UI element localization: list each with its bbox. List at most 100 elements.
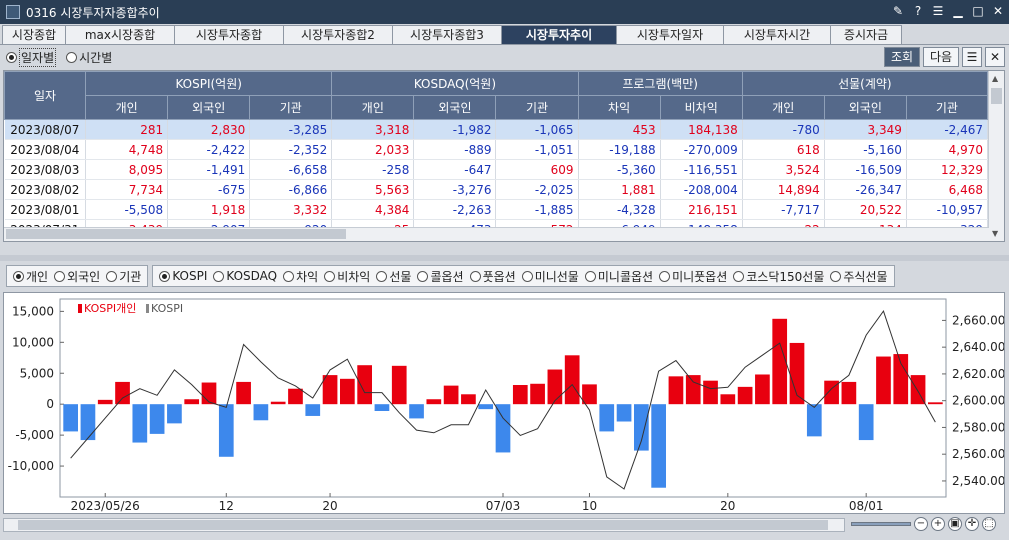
scroll-down-icon[interactable]: ▼ <box>992 229 998 238</box>
next-button[interactable]: 다음 <box>923 47 959 67</box>
radio-dot[interactable] <box>521 270 533 282</box>
radio-market_radios-9[interactable]: 미니풋옵션 <box>659 268 727 285</box>
scroll-thumb[interactable] <box>991 88 1002 104</box>
subheader-6[interactable]: 차익 <box>577 95 661 120</box>
radio-market_radios-6[interactable]: 풋옵션 <box>469 268 516 285</box>
radio-market_radios-4[interactable]: 선물 <box>376 268 411 285</box>
table-row[interactable]: 2023/08/04 4,748 -2,422 -2,352 2,033 -889 -1,0… <box>4 139 989 160</box>
group-header-kosdaq: KOSDAQ(억원) <box>331 71 579 96</box>
radio-dot[interactable] <box>159 270 171 282</box>
list-menu-icon[interactable]: ☰ <box>962 47 982 67</box>
panel-splitter[interactable] <box>0 255 1009 261</box>
radio-hourly[interactable]: 시간별 <box>66 49 112 66</box>
radio-market_radios-3[interactable]: 비차익 <box>324 268 370 285</box>
subheader-3[interactable]: 개인 <box>331 95 415 120</box>
chart-bar <box>806 404 822 437</box>
help-icon[interactable]: ? <box>911 3 925 19</box>
subheader-0[interactable]: 개인 <box>85 95 169 120</box>
minimize-icon[interactable]: ▁ <box>951 3 965 19</box>
table-row[interactable]: 2023/08/07 281 2,830 -3,285 3,318 -1,982 -1,06… <box>4 119 989 140</box>
radio-market_radios-0[interactable]: KOSPI <box>159 269 207 283</box>
radio-investor_radios-2[interactable]: 기관 <box>106 268 141 285</box>
radio-daily-dot[interactable] <box>6 52 17 63</box>
radio-market_radios-7[interactable]: 미니선물 <box>521 268 579 285</box>
radio-dot[interactable] <box>106 270 118 282</box>
date-header[interactable]: 일자 <box>4 71 87 120</box>
crosshair-icon[interactable]: ✛ <box>965 517 979 531</box>
radio-dot[interactable] <box>417 270 429 282</box>
select-icon[interactable]: ⬚ <box>982 517 996 531</box>
cell-value: -19,188 <box>578 139 661 160</box>
y-right-tick-label: 2,540.00 <box>952 474 1004 488</box>
chart-bar <box>80 404 96 441</box>
table-row[interactable]: 2023/08/01 -5,508 1,918 3,332 4,384 -2,263 -1,… <box>4 199 989 220</box>
chart-bar <box>599 404 615 432</box>
radio-market_radios-10[interactable]: 코스닥150선물 <box>733 268 824 285</box>
grid-vertical-scrollbar[interactable]: ▲ ▼ <box>988 71 1004 241</box>
radio-daily[interactable]: 일자별 <box>6 48 57 67</box>
tab-0[interactable]: 시장종합 <box>2 25 66 45</box>
chart-bar <box>772 318 788 405</box>
radio-market_radios-1[interactable]: KOSDAQ <box>213 269 277 283</box>
radio-dot[interactable] <box>376 270 388 282</box>
maximize-icon[interactable]: □ <box>971 3 985 19</box>
subheader-5[interactable]: 기관 <box>495 95 579 120</box>
subheader-7[interactable]: 비차익 <box>659 95 743 120</box>
tab-2[interactable]: 시장투자종합 <box>174 25 284 45</box>
subheader-9[interactable]: 외국인 <box>823 95 907 120</box>
tab-5[interactable]: 시장투자추이 <box>501 25 617 45</box>
cell-value: -4,328 <box>578 199 661 220</box>
chart-bar <box>651 404 666 488</box>
radio-market_radios-11[interactable]: 주식선물 <box>830 268 888 285</box>
chart-scrollbar[interactable] <box>3 518 845 532</box>
hscroll-thumb[interactable] <box>6 229 346 239</box>
radio-dot[interactable] <box>733 270 745 282</box>
table-row[interactable]: 2023/08/02 7,734 -675 -6,866 5,563 -3,276 -2,0… <box>4 179 989 200</box>
radio-investor_radios-1[interactable]: 외국인 <box>54 268 100 285</box>
radio-dot[interactable] <box>213 270 225 282</box>
tab-4[interactable]: 시장투자종합3 <box>392 25 502 45</box>
radio-market_radios-5[interactable]: 콜옵션 <box>417 268 464 285</box>
radio-dot[interactable] <box>830 270 842 282</box>
tab-7[interactable]: 시장투자시간 <box>723 25 831 45</box>
table-row[interactable]: 2023/08/03 8,095 -1,491 -6,658 -258 -647 609 -5… <box>4 159 989 180</box>
menu-icon[interactable]: ☰ <box>931 3 945 19</box>
radio-market_radios-8[interactable]: 미니콜옵션 <box>584 268 653 285</box>
tab-8[interactable]: 증시자금 <box>830 25 902 45</box>
radio-market_radios-2[interactable]: 차익 <box>283 268 318 285</box>
radio-dot[interactable] <box>659 270 671 282</box>
cell-value: 7,734 <box>85 179 169 200</box>
query-button[interactable]: 조회 <box>884 47 920 67</box>
subheader-1[interactable]: 외국인 <box>167 95 251 120</box>
y-left-tick-label: 5,000 <box>20 366 54 380</box>
close-panel-icon[interactable]: ✕ <box>985 47 1005 67</box>
subheader-2[interactable]: 기관 <box>249 95 333 120</box>
zoom-fit-icon[interactable]: ▣ <box>948 517 962 531</box>
investor-trend-chart: 15,000 10,000 5,000 0 -5,000 -10,000 2,660.00 2… <box>8 298 1005 513</box>
radio-dot[interactable] <box>584 270 596 282</box>
radio-dot[interactable] <box>324 270 336 282</box>
zoom-out-icon[interactable]: − <box>914 517 928 531</box>
radio-dot[interactable] <box>13 270 24 282</box>
scroll-up-icon[interactable]: ▲ <box>992 74 998 83</box>
subheader-8[interactable]: 개인 <box>741 95 825 120</box>
radio-investor_radios-0[interactable]: 개인 <box>13 268 48 285</box>
tab-divider <box>0 44 1009 45</box>
radio-hourly-dot[interactable] <box>66 52 78 63</box>
tab-6[interactable]: 시장투자일자 <box>616 25 724 45</box>
subheader-4[interactable]: 외국인 <box>413 95 497 120</box>
zoom-in-icon[interactable]: + <box>931 517 945 531</box>
pin-icon[interactable]: ✎ <box>891 3 905 19</box>
radio-dot[interactable] <box>283 270 295 282</box>
grid-horizontal-scrollbar[interactable] <box>4 227 989 241</box>
zoom-slider[interactable] <box>851 522 911 526</box>
cell-value: -5,160 <box>824 139 907 160</box>
tab-3[interactable]: 시장투자종합2 <box>283 25 393 45</box>
radio-dot[interactable] <box>54 270 66 282</box>
tab-1[interactable]: max시장종합 <box>65 25 175 45</box>
radio-dot[interactable] <box>469 270 481 282</box>
subheader-10[interactable]: 기관 <box>905 95 989 120</box>
chart-scroll-thumb[interactable] <box>18 520 828 530</box>
close-icon[interactable]: ✕ <box>991 3 1005 19</box>
cell-value: 8,095 <box>85 159 169 180</box>
